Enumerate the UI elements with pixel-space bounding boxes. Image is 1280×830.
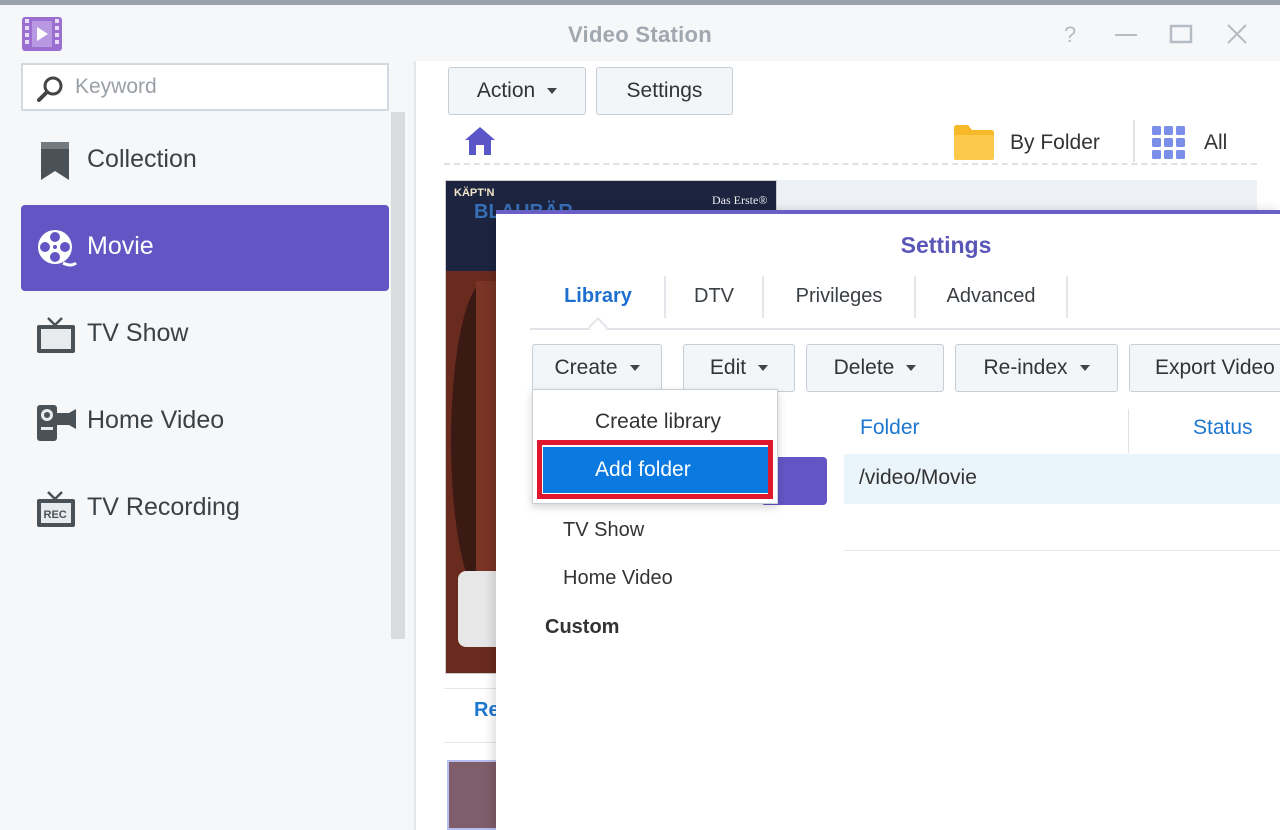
- tab-library[interactable]: Library: [532, 274, 664, 318]
- svg-text:REC: REC: [44, 509, 67, 521]
- reindex-button[interactable]: Re-index: [955, 344, 1118, 392]
- tab-privileges[interactable]: Privileges: [764, 274, 914, 318]
- column-separator: [1128, 409, 1129, 453]
- action-button-label: Action: [476, 79, 536, 102]
- tv-icon: [37, 317, 75, 353]
- poster-brand: Das Erste®: [712, 193, 768, 207]
- menu-item-create-library[interactable]: Create library: [543, 399, 769, 445]
- export-video-button-label: Export Video: [1155, 356, 1275, 379]
- poster-logo-top: KÄPT'N: [454, 187, 495, 199]
- column-header-status[interactable]: Status: [1193, 416, 1253, 440]
- chevron-down-icon: [1079, 365, 1090, 371]
- toolbar-dashed-divider: [444, 163, 1257, 165]
- table-divider: [844, 550, 1280, 551]
- help-icon[interactable]: ?: [1058, 21, 1084, 47]
- tab-underline: [530, 328, 1280, 330]
- create-button[interactable]: Create: [532, 344, 662, 392]
- library-item-home-video[interactable]: Home Video: [563, 567, 673, 590]
- delete-button-label: Delete: [833, 356, 895, 379]
- sidebar-item-tv-recording[interactable]: REC TV Recording: [21, 466, 389, 552]
- chevron-down-icon: [547, 88, 558, 94]
- sidebar-item-movie[interactable]: Movie: [21, 205, 389, 291]
- camcorder-icon: [37, 405, 76, 441]
- detail-header-strip: [777, 180, 1257, 212]
- edit-button-label: Edit: [709, 356, 747, 379]
- svg-text:?: ?: [1064, 22, 1076, 47]
- film-reel-icon: [38, 230, 77, 267]
- sidebar-divider: [414, 61, 416, 830]
- sidebar-item-label: TV Recording: [87, 493, 240, 521]
- settings-button-label: Settings: [626, 79, 703, 102]
- action-button[interactable]: Action: [448, 67, 586, 115]
- maximize-icon[interactable]: [1168, 21, 1194, 47]
- chevron-down-icon: [758, 365, 769, 371]
- minimize-icon[interactable]: [1113, 21, 1139, 47]
- delete-button[interactable]: Delete: [806, 344, 944, 392]
- chevron-down-icon: [629, 365, 640, 371]
- sidebar-item-home-video[interactable]: Home Video: [21, 379, 389, 465]
- folder-icon[interactable]: [954, 124, 994, 160]
- sidebar-scrollbar[interactable]: [391, 112, 405, 639]
- tab-advanced[interactable]: Advanced: [916, 274, 1066, 318]
- settings-dialog: Settings Library DTV Privileges Advanced…: [496, 210, 1280, 830]
- search-icon: [37, 76, 63, 102]
- active-tab-pointer: [588, 317, 608, 337]
- search-box[interactable]: [21, 63, 389, 111]
- sidebar-item-label: Movie: [87, 232, 154, 260]
- sidebar-item-tv-show[interactable]: TV Show: [21, 292, 389, 378]
- annotation-highlight-box: [537, 440, 773, 499]
- dialog-title: Settings: [900, 232, 992, 258]
- library-group-custom: Custom: [545, 616, 620, 638]
- library-item-tv-show[interactable]: TV Show: [563, 519, 644, 542]
- create-button-label: Create: [554, 356, 618, 379]
- rec-tv-icon: REC: [37, 491, 75, 527]
- window-title: Video Station: [567, 22, 713, 47]
- folder-path: /video/Movie: [859, 466, 977, 489]
- search-input[interactable]: [75, 73, 375, 101]
- title-bar: Video Station ?: [0, 5, 1280, 61]
- sidebar-item-label: Collection: [87, 145, 197, 173]
- table-row[interactable]: /video/Movie: [844, 454, 1280, 504]
- home-icon[interactable]: [464, 126, 496, 156]
- filter-all-label[interactable]: All: [1204, 131, 1227, 155]
- tab-separator: [1066, 276, 1068, 318]
- sidebar-item-label: TV Show: [87, 319, 189, 347]
- view-by-folder-label[interactable]: By Folder: [1010, 131, 1100, 155]
- chevron-down-icon: [906, 365, 917, 371]
- edit-button[interactable]: Edit: [683, 344, 795, 392]
- grid-icon[interactable]: [1152, 126, 1186, 160]
- sidebar-item-collection[interactable]: Collection: [21, 118, 389, 204]
- sidebar-item-label: Home Video: [87, 406, 225, 434]
- column-header-folder[interactable]: Folder: [860, 416, 920, 440]
- close-icon[interactable]: [1224, 21, 1250, 47]
- reindex-button-label: Re-index: [983, 356, 1068, 379]
- tab-dtv[interactable]: DTV: [666, 274, 762, 318]
- bookmark-icon: [41, 142, 69, 180]
- toolbar-divider: [1133, 120, 1135, 162]
- export-video-button[interactable]: Export Video: [1129, 344, 1280, 392]
- settings-button[interactable]: Settings: [596, 67, 733, 115]
